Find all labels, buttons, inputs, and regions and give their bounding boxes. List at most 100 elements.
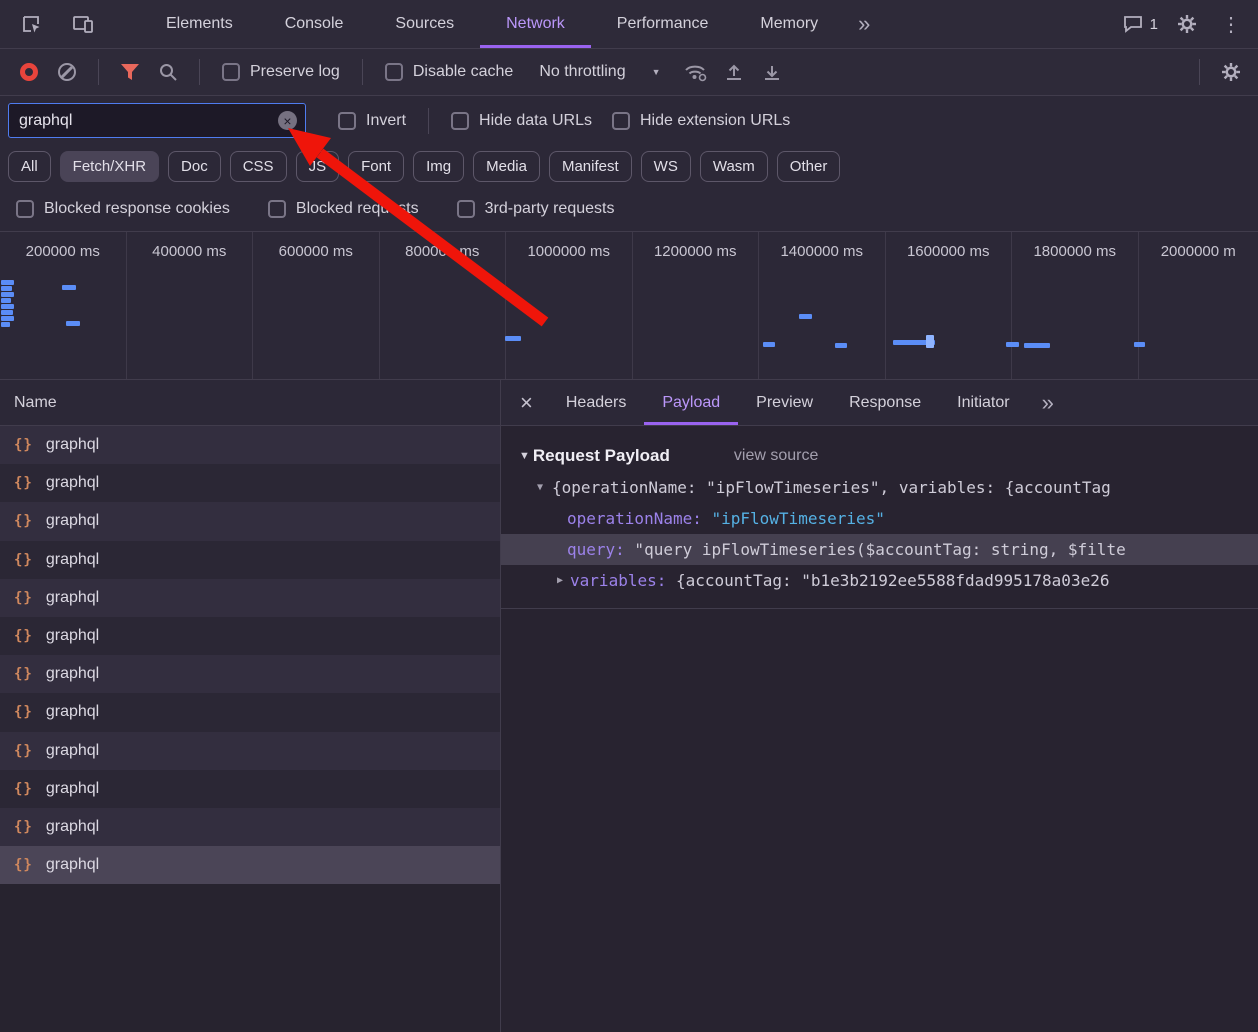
clear-filter-icon[interactable]: × [278, 111, 297, 130]
request-row[interactable]: {} graphql [0, 502, 500, 540]
request-row[interactable]: {} graphql [0, 579, 500, 617]
waterfall-bar[interactable] [763, 342, 775, 347]
waterfall-bar[interactable] [62, 285, 76, 290]
chevron-down-icon: ▼ [652, 67, 661, 77]
panel-tab[interactable]: Performance [591, 0, 735, 48]
console-messages-button[interactable]: 1 [1123, 15, 1158, 33]
type-filter-pill[interactable]: Fetch/XHR [60, 151, 159, 182]
panel-tabs: Elements Console Sources Network Perform… [140, 0, 844, 48]
type-filter-pill[interactable]: Media [473, 151, 540, 182]
type-filter-pill[interactable]: Other [777, 151, 841, 182]
waterfall-bar[interactable] [1, 310, 13, 315]
details-tab[interactable]: Initiator [939, 380, 1027, 425]
view-source-link[interactable]: view source [734, 447, 818, 465]
payload-root-row[interactable]: ▼ {operationName: "ipFlowTimeseries", va… [501, 472, 1258, 503]
waterfall-bar[interactable] [1, 322, 10, 327]
invert-checkbox[interactable]: Invert [332, 112, 412, 130]
request-row[interactable]: {} graphql [0, 617, 500, 655]
waterfall-bar[interactable] [1, 286, 12, 291]
request-row[interactable]: {} graphql [0, 693, 500, 731]
request-row[interactable]: {} graphql [0, 426, 500, 464]
type-filter-pill[interactable]: All [8, 151, 51, 182]
disable-cache-checkbox[interactable]: Disable cache [379, 63, 520, 81]
throttling-select[interactable]: No throttling ▼ [527, 63, 672, 81]
panel-tab[interactable]: Console [259, 0, 370, 48]
details-tab[interactable]: Headers [548, 380, 644, 425]
type-filter-pill[interactable]: Manifest [549, 151, 632, 182]
hide-extension-urls-checkbox[interactable]: Hide extension URLs [606, 112, 796, 130]
waterfall-bar[interactable] [1, 304, 14, 309]
waterfall-bar[interactable] [799, 314, 812, 319]
type-filter-pill[interactable]: Wasm [700, 151, 768, 182]
settings-gear-icon[interactable] [1172, 9, 1202, 39]
waterfall-bar[interactable] [1, 316, 14, 321]
waterfall-bar[interactable] [1024, 343, 1050, 348]
close-details-icon[interactable]: × [505, 390, 548, 416]
type-filter-pill[interactable]: Font [348, 151, 404, 182]
panel-tab[interactable]: Memory [734, 0, 844, 48]
filter-checkbox[interactable]: 3rd-party requests [451, 200, 621, 218]
waterfall-bar[interactable] [1134, 342, 1145, 347]
expand-triangle-icon[interactable]: ▼ [537, 482, 543, 493]
request-row[interactable]: {} graphql [0, 808, 500, 846]
type-filter-pill[interactable]: Img [413, 151, 464, 182]
payload-row-variables[interactable]: ▶ variables: {accountTag: "b1e3b2192ee55… [501, 565, 1258, 596]
preserve-log-checkbox[interactable]: Preserve log [216, 63, 346, 81]
hide-data-urls-checkbox[interactable]: Hide data URLs [445, 112, 598, 130]
panel-tab[interactable]: Sources [369, 0, 480, 48]
waterfall-bar[interactable] [1, 298, 11, 303]
payload-value: "query ipFlowTimeseries($accountTag: str… [625, 540, 1126, 559]
request-row[interactable]: {} graphql [0, 846, 500, 884]
more-details-tabs-icon[interactable]: » [1028, 390, 1068, 416]
request-row[interactable]: {} graphql [0, 655, 500, 693]
fetch-xhr-icon: {} [14, 552, 33, 568]
details-tab[interactable]: Payload [644, 380, 738, 425]
device-toolbar-icon[interactable] [68, 9, 98, 39]
waterfall-bar[interactable] [1, 280, 14, 285]
filter-toggle-icon[interactable] [115, 57, 145, 87]
waterfall-bar[interactable] [66, 321, 80, 326]
collapse-triangle-icon[interactable]: ▼ [519, 450, 530, 462]
waterfall-bar[interactable] [835, 343, 847, 348]
export-har-icon[interactable] [757, 57, 787, 87]
request-name: graphql [46, 665, 99, 683]
panel-tab[interactable]: Elements [140, 0, 259, 48]
network-filter-bar: × Invert Hide data URLs Hide extension U… [0, 96, 1258, 145]
request-row[interactable]: {} graphql [0, 541, 500, 579]
request-row[interactable]: {} graphql [0, 732, 500, 770]
request-row[interactable]: {} graphql [0, 464, 500, 502]
panel-tab[interactable]: Network [480, 0, 591, 48]
inspect-element-icon[interactable] [16, 9, 46, 39]
network-conditions-icon[interactable] [681, 57, 711, 87]
clear-network-log-button[interactable] [52, 57, 82, 87]
search-icon[interactable] [153, 57, 183, 87]
details-tab[interactable]: Response [831, 380, 939, 425]
name-column-header[interactable]: Name [0, 380, 500, 426]
filter-checkbox[interactable]: Blocked requests [262, 200, 425, 218]
payload-row-operation-name[interactable]: operationName: "ipFlowTimeseries" [501, 503, 1258, 534]
record-button[interactable] [14, 57, 44, 87]
payload-row-query[interactable]: query: "query ipFlowTimeseries($accountT… [501, 534, 1258, 565]
type-filter-pill[interactable]: CSS [230, 151, 287, 182]
details-tab[interactable]: Preview [738, 380, 831, 425]
checkbox-box [338, 112, 356, 130]
more-panels-icon[interactable]: » [844, 11, 884, 37]
payload-key: query: [567, 540, 625, 559]
waterfall-bar[interactable] [1006, 342, 1019, 347]
network-settings-gear-icon[interactable] [1216, 57, 1246, 87]
type-filter-pill[interactable]: WS [641, 151, 691, 182]
request-row[interactable]: {} graphql [0, 770, 500, 808]
type-filter-pill[interactable]: JS [296, 151, 340, 182]
expand-triangle-icon[interactable]: ▶ [557, 575, 563, 586]
waterfall-bar[interactable] [1, 292, 14, 297]
kebab-menu-icon[interactable]: ⋮ [1216, 9, 1246, 39]
waterfall-overview[interactable]: 200000 ms 400000 ms 600000 ms 800000 ms … [0, 232, 1258, 380]
request-name: graphql [46, 474, 99, 492]
filter-input[interactable] [8, 103, 306, 138]
waterfall-bar[interactable] [505, 336, 521, 341]
waterfall-bar[interactable] [926, 335, 934, 348]
filter-checkbox[interactable]: Blocked response cookies [10, 200, 236, 218]
payload-divider [501, 608, 1258, 609]
type-filter-pill[interactable]: Doc [168, 151, 221, 182]
import-har-icon[interactable] [719, 57, 749, 87]
